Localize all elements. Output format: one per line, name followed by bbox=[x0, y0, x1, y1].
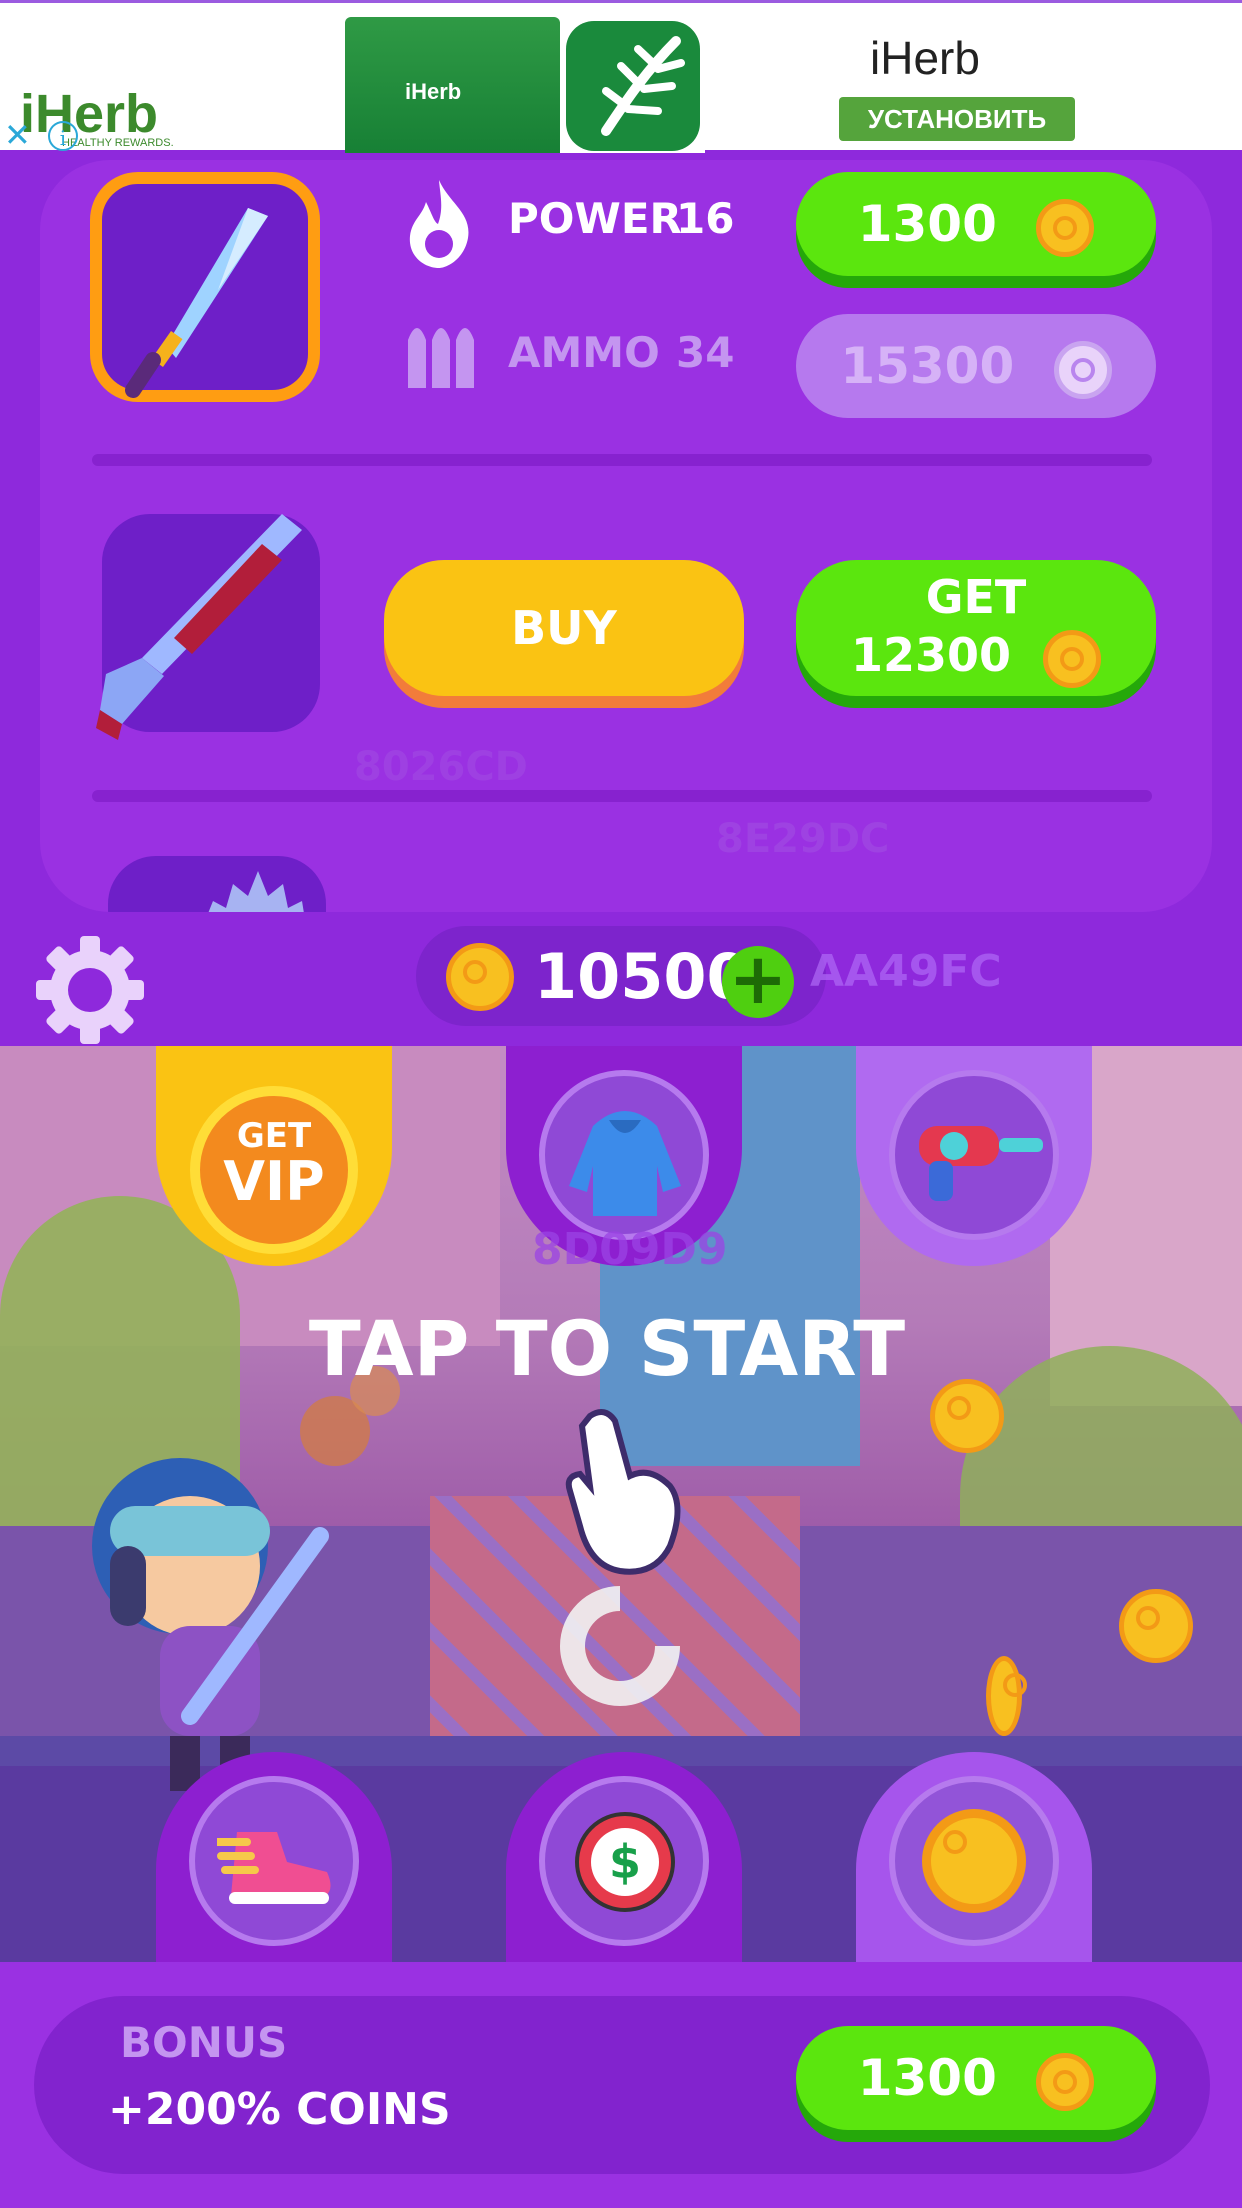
saw-blade-icon bbox=[208, 871, 304, 912]
weapon-slot-shotgun[interactable] bbox=[96, 514, 320, 740]
weapon-slot-next[interactable] bbox=[108, 856, 326, 912]
scene-coin-icon bbox=[1119, 1589, 1194, 1663]
coin-icon bbox=[1036, 198, 1095, 257]
pointing-hand-icon bbox=[565, 1409, 681, 1575]
settings-gear-icon[interactable] bbox=[30, 930, 150, 1050]
hoodie-icon bbox=[569, 1111, 681, 1216]
add-coins-button[interactable]: + bbox=[722, 944, 794, 1018]
ad-product-image: iHerb bbox=[345, 17, 560, 153]
watermark-text: 8026CD bbox=[354, 744, 528, 790]
bonus-price: 1300 bbox=[857, 2049, 997, 2107]
ammo-icon bbox=[408, 328, 474, 388]
game-scene[interactable]: GET VIP 8D09D9 TAP TO START $ bbox=[0, 1046, 1242, 1962]
coin-icon bbox=[1053, 340, 1112, 399]
get-label: GET bbox=[925, 570, 1027, 624]
loading-spinner bbox=[560, 1586, 680, 1706]
coin-icon bbox=[922, 1809, 1026, 1913]
power-label: POWER bbox=[508, 194, 682, 243]
offline-earnings-button[interactable]: $ bbox=[539, 1776, 709, 1946]
ad-brand-logo: iHerb HEALTHY REWARDS. bbox=[20, 84, 174, 149]
coin-icon bbox=[1036, 2052, 1095, 2111]
ammo-label: AMMO bbox=[508, 328, 660, 377]
upgrade-power-price: 1300 bbox=[857, 195, 997, 253]
tap-to-start-text[interactable]: TAP TO START bbox=[0, 1304, 1214, 1393]
coin-icon bbox=[1043, 629, 1102, 688]
ad-close-icon[interactable]: ✕ bbox=[4, 119, 34, 151]
vip-get-label: GET bbox=[236, 1116, 312, 1156]
alarm-clock-dollar-icon: $ bbox=[575, 1812, 675, 1912]
upgrade-ammo-price: 15300 bbox=[840, 337, 1015, 395]
weapons-tab-button[interactable] bbox=[889, 1070, 1059, 1240]
get-weapon-button[interactable]: GET 12300 bbox=[796, 560, 1156, 696]
upgrade-power-button[interactable]: 1300 bbox=[796, 172, 1156, 276]
bonus-value: +200% COINS bbox=[108, 2084, 451, 2135]
upgrade-ammo-button[interactable]: 15300 bbox=[796, 314, 1156, 418]
ad-app-icon bbox=[566, 21, 700, 151]
ad-title: iHerb bbox=[870, 32, 980, 84]
divider bbox=[92, 454, 1152, 466]
bonus-label: BONUS bbox=[120, 2018, 288, 2067]
bonus-buy-button[interactable]: 1300 bbox=[796, 2026, 1156, 2130]
vip-label: VIP bbox=[223, 1150, 325, 1213]
katana-icon bbox=[125, 208, 268, 398]
ray-gun-icon bbox=[919, 1126, 1043, 1201]
divider bbox=[92, 790, 1152, 802]
get-price: 12300 bbox=[850, 628, 1012, 682]
buy-button[interactable]: BUY bbox=[384, 560, 744, 696]
player-character bbox=[92, 1458, 329, 1791]
bonus-bar: BONUS +200% COINS 1300 bbox=[34, 1996, 1210, 2174]
ad-banner[interactable]: iHerb HEALTHY REWARDS. ✕ i iHerb iHerb УС… bbox=[0, 0, 1242, 153]
shotgun-icon bbox=[96, 514, 302, 740]
weapon-shop-panel: POWER 16 AMMO 34 1300 15300 BUY GET 1230… bbox=[40, 160, 1212, 912]
watermark-text: 8E29DC bbox=[716, 816, 890, 862]
speed-upgrade-button[interactable] bbox=[189, 1776, 359, 1946]
watermark-text: 8D09D9 bbox=[532, 1224, 728, 1275]
coins-upgrade-button[interactable] bbox=[889, 1776, 1059, 1946]
sneaker-icon bbox=[217, 1832, 331, 1904]
watermark-text: AA49FC bbox=[810, 946, 1002, 997]
weapon-slot-katana[interactable] bbox=[90, 172, 320, 402]
ad-info-icon[interactable]: i bbox=[48, 121, 78, 151]
scene-coin-icon bbox=[986, 1656, 1028, 1736]
dollar-sign: $ bbox=[591, 1828, 659, 1896]
power-value: 16 bbox=[676, 194, 735, 243]
outfit-tab-button[interactable] bbox=[539, 1070, 709, 1240]
flame-icon bbox=[409, 180, 469, 268]
coin-icon bbox=[446, 943, 514, 1011]
ad-install-button[interactable]: УСТАНОВИТЬ bbox=[839, 97, 1075, 141]
ammo-value: 34 bbox=[676, 328, 735, 377]
coin-balance-value: 10500 bbox=[534, 940, 750, 1013]
get-vip-badge[interactable]: GET VIP bbox=[190, 1086, 358, 1254]
